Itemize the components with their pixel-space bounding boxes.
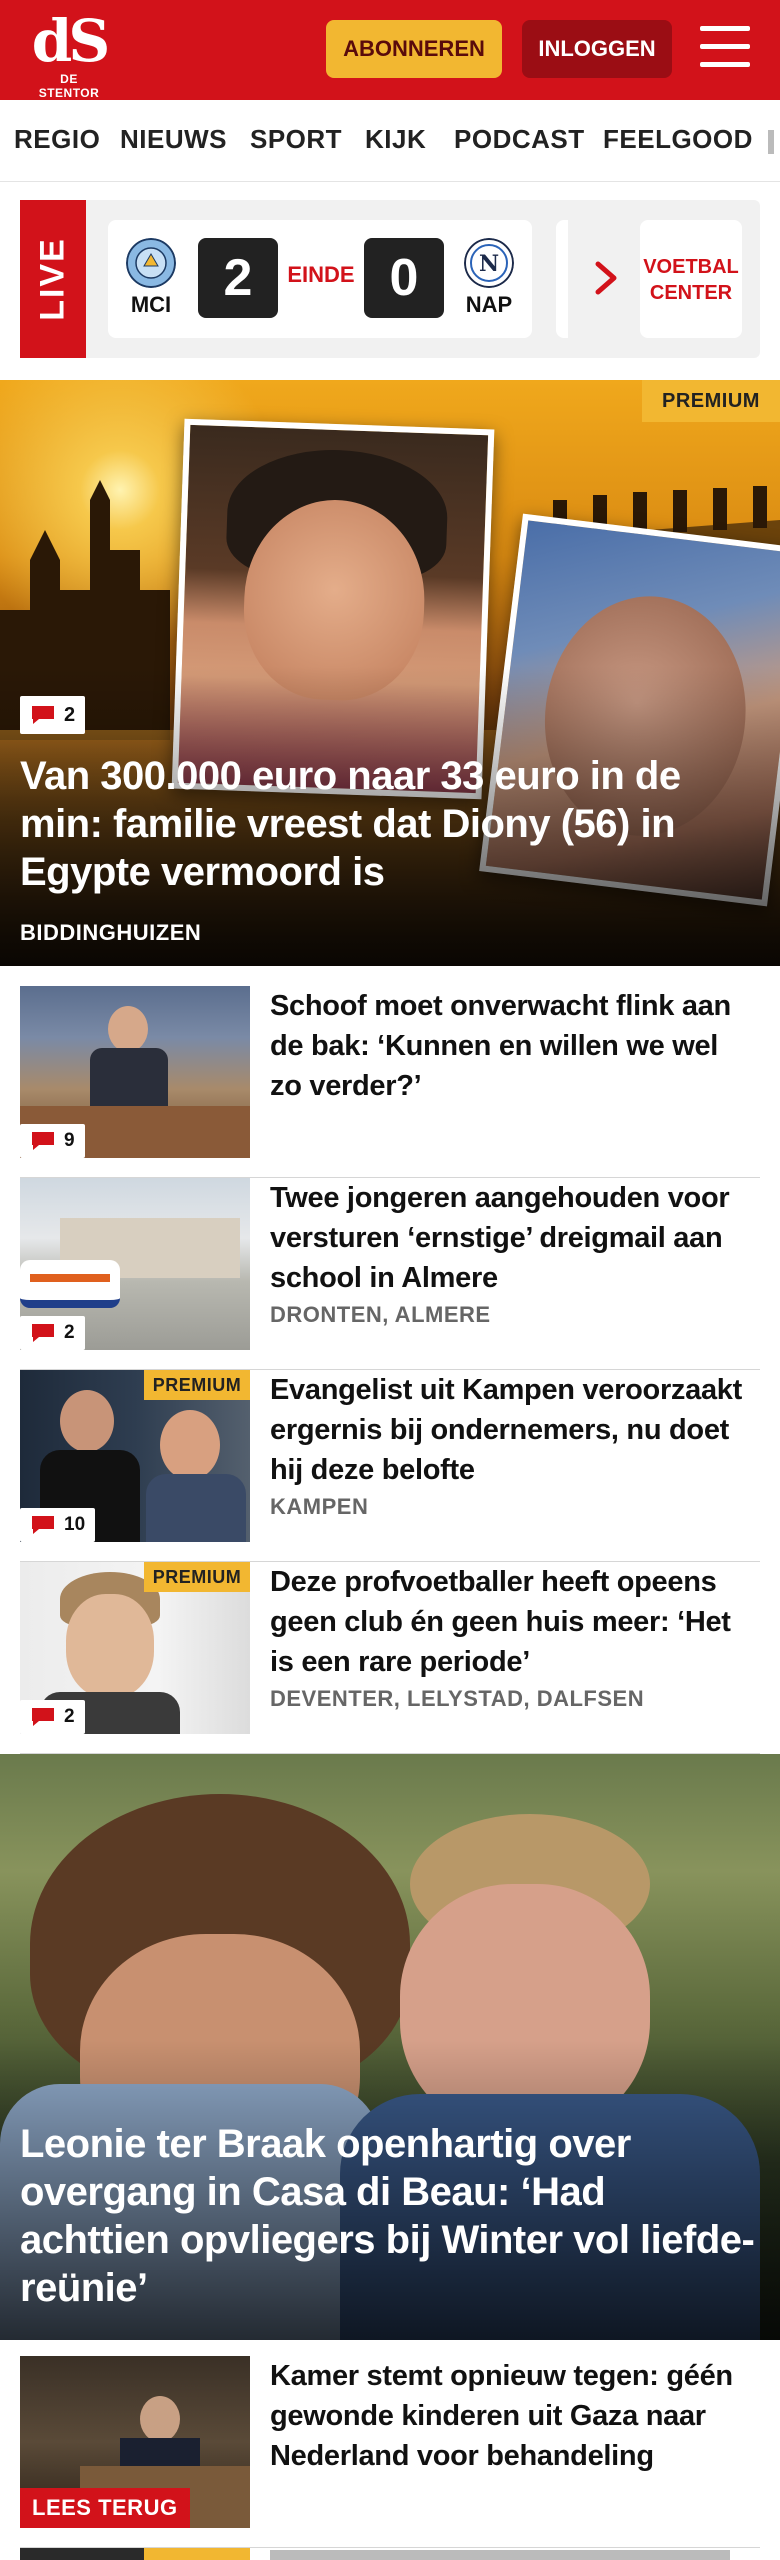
hero-article-1[interactable]: PREMIUM 2 Van 300.000 euro naar 33 euro … (0, 380, 780, 966)
site-logo[interactable]: dS DE STENTOR (28, 7, 110, 100)
article-title[interactable]: Deze profvoetballer heeft opeens geen cl… (270, 1562, 750, 1682)
article-location: KAMPEN (270, 1494, 369, 1519)
match-card[interactable]: MCI 2 EINDE 0 N NAP (108, 220, 532, 338)
article-title-peek (270, 2550, 730, 2560)
comment-bubble-icon (32, 1708, 54, 1726)
list-item[interactable]: LEES TERUG Kamer stemt opnieuw tegen: gé… (20, 2356, 760, 2548)
comment-bubble-icon (32, 1516, 54, 1534)
article-title[interactable]: Evangelist uit Kampen veroor­zaakt erger… (270, 1370, 750, 1490)
home-team: MCI (130, 292, 172, 317)
match-status: EINDE (287, 262, 355, 287)
site-header: dS DE STENTOR ABONNEREN INLOGGEN (0, 0, 780, 100)
list-item[interactable]: 2 Twee jongeren aangehouden voor verstur… (20, 1178, 760, 1370)
premium-badge (144, 2548, 250, 2560)
premium-badge: PREMIUM (144, 1562, 250, 1592)
comment-count-badge[interactable]: 10 (20, 1508, 96, 1542)
comment-count-badge[interactable]: 2 (20, 1700, 85, 1734)
chevron-right-icon[interactable] (592, 258, 622, 298)
logo-subtitle: DE STENTOR (38, 72, 100, 100)
comment-bubble-icon (32, 1132, 54, 1150)
comment-count-badge[interactable]: 2 (20, 1316, 85, 1350)
nav-item-sport[interactable]: SPORT (250, 124, 342, 155)
article-thumbnail: 9 (20, 986, 250, 1158)
live-label: LIVE (20, 200, 86, 358)
comment-bubble-icon (32, 706, 54, 724)
list-item[interactable]: PREMIUM 10 Evangelist uit Kampen veroor­… (20, 1370, 760, 1562)
article-thumbnail: LEES TERUG (20, 2356, 250, 2528)
nap-crest-icon: N (464, 238, 514, 288)
voetbal-center-button[interactable]: VOETBAL CENTER (640, 220, 742, 338)
comment-count-badge[interactable]: 9 (20, 1124, 85, 1158)
logo-mark: dS (31, 7, 110, 75)
hero-title[interactable]: Van 300.000 euro naar 33 euro in de min:… (20, 752, 760, 896)
nav-item-podcast[interactable]: PODCAST (454, 124, 585, 155)
article-title[interactable]: Schoof moet onverwacht flink aan de bak:… (270, 986, 750, 1106)
premium-badge: PREMIUM (144, 1370, 250, 1400)
section-nav: REGIO NIEUWS SPORT KIJK PODCAST FEELGOOD (0, 100, 780, 182)
premium-badge: PREMIUM (642, 380, 780, 422)
away-score: 0 (364, 238, 444, 318)
article-title[interactable]: Kamer stemt opnieuw tegen: géén gewonde … (270, 2356, 750, 2476)
hamburger-menu-icon[interactable] (700, 26, 752, 70)
lees-terug-badge: LEES TERUG (20, 2488, 190, 2528)
article-thumbnail: PREMIUM 2 (20, 1562, 250, 1734)
mci-crest-icon (126, 238, 176, 288)
nav-item-kijk[interactable]: KIJK (365, 124, 426, 155)
subscribe-button[interactable]: ABONNEREN (326, 20, 502, 78)
list-item[interactable]: 9 Schoof moet onverwacht flink aan de ba… (20, 986, 760, 1178)
comment-bubble-icon (32, 1324, 54, 1342)
hero-title[interactable]: Leonie ter Braak openhartig over overgan… (20, 2120, 760, 2312)
hero-article-2[interactable]: Leonie ter Braak openhartig over overgan… (0, 1754, 780, 2340)
article-location: DRONTEN, ALMERE (270, 1302, 491, 1327)
nav-item-regio[interactable]: REGIO (14, 124, 100, 155)
article-location: DEVENTER, LELYSTAD, DALFSEN (270, 1686, 645, 1711)
comment-count-badge[interactable]: 2 (20, 696, 86, 734)
nav-item-nieuws[interactable]: NIEUWS (120, 124, 227, 155)
list-item[interactable]: PREMIUM 2 Deze profvoetballer heeft opee… (20, 1562, 760, 1754)
next-match-card-peek[interactable] (556, 220, 568, 338)
article-thumbnail: 2 (20, 1178, 250, 1350)
svg-text:N: N (479, 251, 499, 277)
article-title[interactable]: Twee jongeren aangehouden voor versturen… (270, 1178, 750, 1298)
nav-overflow-indicator (768, 130, 774, 154)
login-button[interactable]: INLOGGEN (522, 20, 672, 78)
article-thumbnail: PREMIUM 10 (20, 1370, 250, 1542)
away-team: NAP (465, 292, 513, 317)
list-item-peek[interactable] (20, 2548, 760, 2560)
live-scores-widget: LIVE MCI 2 EINDE 0 N NAP VOETBAL CENTER (20, 200, 760, 358)
home-score: 2 (198, 238, 278, 318)
nav-item-feelgood[interactable]: FEELGOOD (603, 124, 753, 155)
hero-location: BIDDINGHUIZEN (20, 920, 202, 945)
